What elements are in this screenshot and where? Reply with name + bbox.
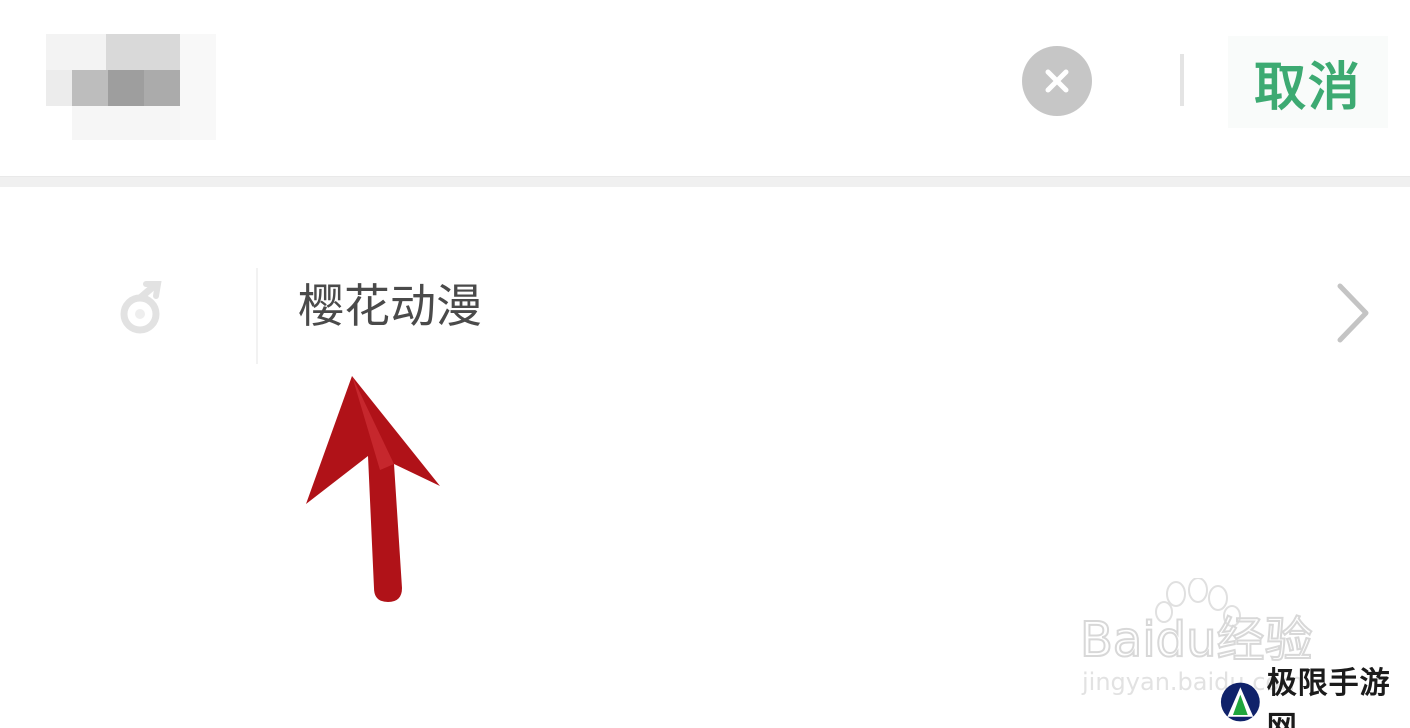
annotation-arrow-icon: [306, 376, 440, 602]
header-divider: [1180, 54, 1184, 106]
chevron-right-icon: [1337, 283, 1369, 343]
search-header: 取消: [0, 0, 1410, 176]
brand-watermark: 极限手游网: [1220, 666, 1410, 728]
search-input[interactable]: [46, 34, 216, 140]
brand-logo-icon: [1220, 682, 1260, 722]
section-divider: [0, 176, 1410, 187]
clear-button[interactable]: [1022, 46, 1092, 116]
cancel-button[interactable]: 取消: [1228, 36, 1388, 128]
close-icon: [1045, 69, 1069, 93]
search-screen: 取消 樱花动漫 Baidu经验 jingyan.baidu.com 极限手游网: [0, 0, 1410, 728]
suggestion-label: 樱花动漫: [298, 279, 482, 333]
suggestion-item[interactable]: 樱花动漫: [0, 240, 1410, 370]
brand-name: 极限手游网: [1266, 666, 1391, 728]
row-separator: [256, 268, 258, 364]
app-icon: [120, 281, 162, 334]
